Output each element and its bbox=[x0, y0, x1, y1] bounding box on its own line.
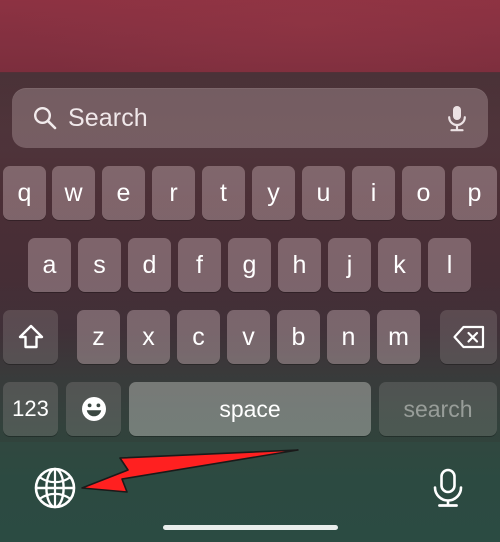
phone-screen: Search q w e r t y u i o p a s d f g h j… bbox=[0, 0, 500, 542]
key-s[interactable]: s bbox=[78, 238, 121, 292]
key-m[interactable]: m bbox=[377, 310, 420, 364]
key-z[interactable]: z bbox=[77, 310, 120, 364]
key-e[interactable]: e bbox=[102, 166, 145, 220]
key-c[interactable]: c bbox=[177, 310, 220, 364]
search-icon bbox=[33, 106, 57, 130]
shift-key[interactable] bbox=[3, 310, 58, 364]
search-field[interactable]: Search bbox=[12, 88, 488, 148]
key-u[interactable]: u bbox=[302, 166, 345, 220]
numbers-key[interactable]: 123 bbox=[3, 382, 58, 436]
key-f[interactable]: f bbox=[178, 238, 221, 292]
key-o[interactable]: o bbox=[402, 166, 445, 220]
key-g[interactable]: g bbox=[228, 238, 271, 292]
key-b[interactable]: b bbox=[277, 310, 320, 364]
key-x[interactable]: x bbox=[127, 310, 170, 364]
backspace-key[interactable] bbox=[440, 310, 497, 364]
shift-arrow-icon bbox=[18, 324, 43, 349]
annotation-arrow-icon bbox=[81, 449, 299, 493]
key-j[interactable]: j bbox=[328, 238, 371, 292]
space-key[interactable]: space bbox=[129, 382, 371, 436]
key-q[interactable]: q bbox=[3, 166, 46, 220]
emoji-key[interactable] bbox=[66, 382, 121, 436]
dictation-key[interactable] bbox=[425, 464, 471, 512]
key-d[interactable]: d bbox=[128, 238, 171, 292]
microphone-icon bbox=[433, 468, 463, 507]
key-k[interactable]: k bbox=[378, 238, 421, 292]
key-w[interactable]: w bbox=[52, 166, 95, 220]
search-mic-icon[interactable] bbox=[444, 104, 470, 134]
wallpaper-top-band bbox=[0, 0, 500, 72]
key-t[interactable]: t bbox=[202, 166, 245, 220]
key-v[interactable]: v bbox=[227, 310, 270, 364]
backspace-delete-icon bbox=[452, 325, 484, 349]
globe-icon bbox=[34, 467, 76, 509]
key-h[interactable]: h bbox=[278, 238, 321, 292]
globe-key[interactable] bbox=[31, 464, 79, 512]
key-l[interactable]: l bbox=[428, 238, 471, 292]
search-return-key[interactable]: search bbox=[379, 382, 497, 436]
home-indicator bbox=[163, 525, 338, 530]
key-y[interactable]: y bbox=[252, 166, 295, 220]
key-p[interactable]: p bbox=[452, 166, 497, 220]
key-i[interactable]: i bbox=[352, 166, 395, 220]
emoji-smiley-icon bbox=[81, 397, 106, 421]
key-r[interactable]: r bbox=[152, 166, 195, 220]
key-a[interactable]: a bbox=[28, 238, 71, 292]
key-n[interactable]: n bbox=[327, 310, 370, 364]
search-placeholder-text: Search bbox=[68, 103, 148, 132]
